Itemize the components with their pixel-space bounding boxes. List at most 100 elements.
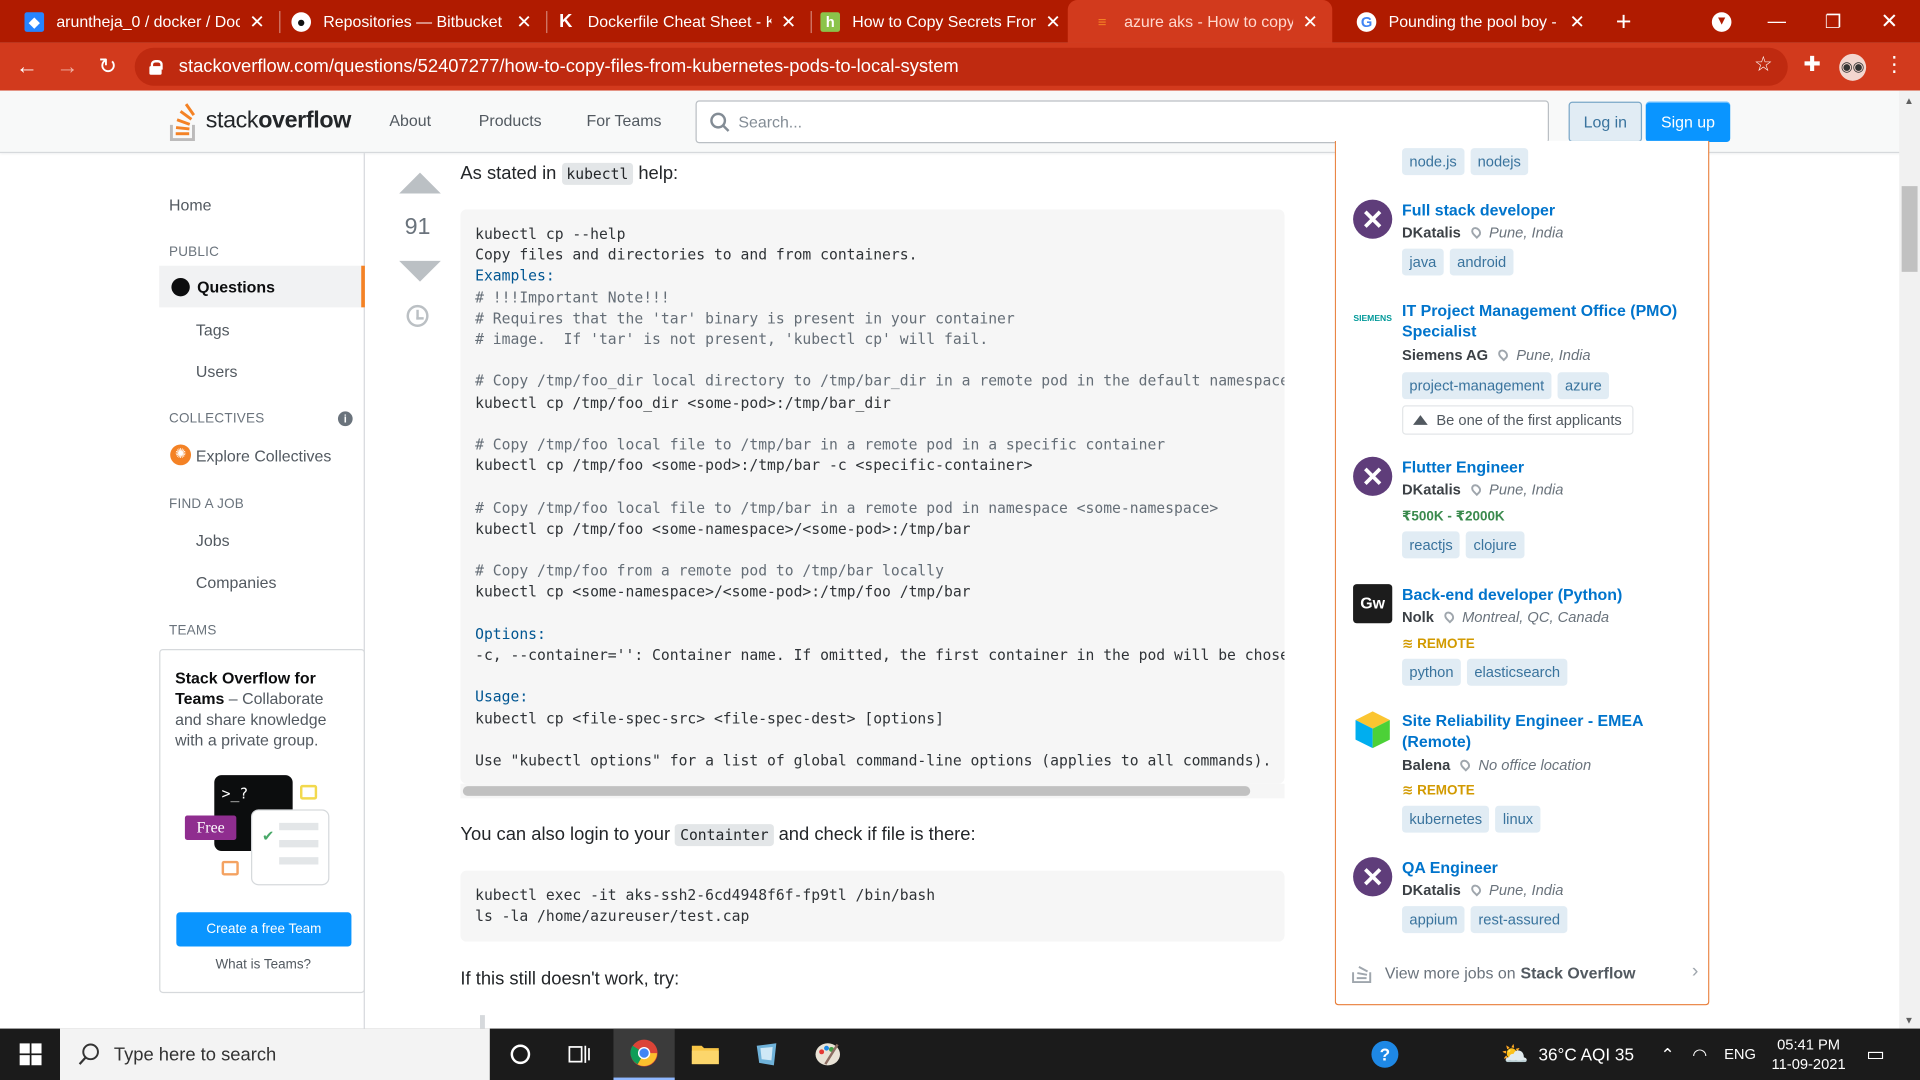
tab-repositories[interactable]: ● Repositories — Bitbucket ✕ (267, 0, 546, 43)
job-title[interactable]: Full stack developer (1402, 200, 1684, 221)
code-line: kubectl cp /tmp/foo_dir <some-pod>:/tmp/… (475, 393, 891, 411)
tab-google-search[interactable]: G Pounding the pool boy - Go ✕ (1332, 0, 1599, 43)
balena-logo (1353, 710, 1392, 749)
language-indicator[interactable]: ENG (1724, 1029, 1756, 1080)
sidebar-item-questions[interactable]: Questions (159, 265, 365, 308)
code-line: kubectl exec -it aks-ssh2-6cd4948f6f-fp9… (475, 886, 936, 904)
app-icon[interactable] (736, 1029, 797, 1080)
sidebar-item-explore-collectives[interactable]: Explore Collectives (196, 447, 331, 465)
tag[interactable]: project-management (1402, 372, 1552, 400)
tag[interactable]: nodejs (1470, 148, 1529, 176)
view-more-jobs-link[interactable]: View more jobs on Stack Overflow › (1351, 960, 1699, 984)
close-icon[interactable]: ✕ (247, 10, 267, 33)
google-icon: G (1356, 11, 1377, 32)
bitbucket-icon: ◆ (24, 11, 45, 32)
job-title[interactable]: Back-end developer (Python) (1402, 584, 1684, 605)
reload-button[interactable]: ↻ (93, 53, 122, 80)
scrollbar-thumb[interactable] (462, 786, 1251, 796)
tag[interactable]: node.js (1402, 148, 1465, 176)
chat-bubble-icon (300, 784, 318, 800)
tab-search-button[interactable]: ▼ (1693, 0, 1749, 43)
sidebar-item-users[interactable]: Users (196, 362, 238, 380)
tag[interactable]: appium (1402, 906, 1465, 934)
code-line: # Requires that the 'tar' binary is pres… (475, 309, 1015, 327)
search-input[interactable]: Search... (695, 100, 1549, 144)
file-explorer-icon[interactable] (675, 1029, 736, 1080)
weather-text: 36°C AQI 35 (1538, 1044, 1634, 1065)
sidebar-item-home[interactable]: Home (169, 196, 211, 214)
tab-bitbucket[interactable]: ◆ aruntheja_0 / docker / Dock ✕ (0, 0, 279, 43)
chevron-up-icon[interactable]: ⌃ (1660, 1029, 1674, 1080)
maximize-button[interactable]: ❐ (1805, 0, 1861, 43)
close-icon[interactable]: ✕ (1567, 10, 1587, 33)
tab-azure-aks[interactable]: ≡ azure aks - How to copy file ✕ (1067, 0, 1333, 43)
new-tab-button[interactable]: + (1596, 0, 1652, 43)
notifications-icon[interactable]: ▭ (1866, 1029, 1885, 1080)
tab-dockerfile-cheatsheet[interactable]: K Dockerfile Cheat Sheet - Ka ✕ (531, 0, 810, 43)
tag[interactable]: azure (1557, 372, 1610, 400)
tag[interactable]: java (1402, 248, 1444, 276)
taskbar-search-input[interactable]: Type here to search (60, 1028, 490, 1080)
tag[interactable]: clojure (1466, 531, 1525, 559)
cortana-icon[interactable] (490, 1029, 551, 1080)
close-icon[interactable]: ✕ (1043, 10, 1063, 33)
code-horizontal-scrollbar[interactable] (460, 783, 1285, 799)
windows-start-icon[interactable] (0, 1029, 61, 1080)
close-window-button[interactable]: ✕ (1861, 0, 1917, 43)
back-button[interactable]: ← (12, 53, 41, 80)
tag[interactable]: reactjs (1402, 531, 1461, 559)
jobs-panel: node.js nodejs Full stack developer DKat… (1334, 140, 1710, 1006)
so-logo-icon (1352, 966, 1372, 984)
sidebar-item-tags[interactable]: Tags (196, 321, 230, 339)
job-title[interactable]: IT Project Management Office (PMO) Speci… (1402, 300, 1684, 342)
forward-button[interactable]: → (53, 53, 82, 80)
tag[interactable]: elasticsearch (1466, 658, 1568, 686)
tag[interactable]: rest-assured (1471, 906, 1568, 934)
weather-widget[interactable]: ⛅ 36°C AQI 35 (1501, 1029, 1634, 1080)
close-icon[interactable]: ✕ (1300, 10, 1320, 33)
upvote-button[interactable] (399, 172, 441, 194)
page-scrollbar[interactable]: ▲ ▼ (1899, 90, 1920, 1029)
info-icon[interactable]: i (337, 411, 353, 427)
answer-intro: As stated in kubectl help: (460, 162, 679, 185)
minimize-button[interactable]: — (1749, 0, 1805, 43)
sidebar-item-companies[interactable]: Companies (196, 573, 277, 591)
url-bar[interactable]: stackoverflow.com/questions/52407277/how… (134, 47, 1788, 86)
paint-icon[interactable] (797, 1029, 858, 1080)
code-line: # Copy /tmp/foo local file to /tmp/bar i… (475, 435, 1166, 454)
signup-button[interactable]: Sign up (1645, 101, 1731, 143)
chrome-taskbar-icon[interactable] (613, 1028, 675, 1080)
search-icon (78, 1043, 99, 1065)
help-icon[interactable]: ? (1354, 1029, 1415, 1080)
clock[interactable]: 05:41 PM 11-09-2021 (1771, 1029, 1847, 1080)
code-line: # Copy /tmp/foo from a remote pod to /tm… (475, 562, 944, 580)
login-button[interactable]: Log in (1568, 101, 1643, 143)
network-icon[interactable]: ◠ (1692, 1029, 1707, 1080)
tag[interactable]: kubernetes (1402, 805, 1490, 833)
nav-products[interactable]: Products (479, 111, 542, 129)
code-block: kubectl exec -it aks-ssh2-6cd4948f6f-fp9… (460, 870, 1285, 942)
menu-kebab-icon[interactable]: ⋮ (1880, 53, 1909, 77)
job-title[interactable]: Site Reliability Engineer - EMEA (Remote… (1402, 710, 1684, 752)
job-title[interactable]: QA Engineer (1402, 857, 1684, 878)
job-title[interactable]: Flutter Engineer (1402, 457, 1684, 478)
history-icon[interactable] (406, 304, 429, 327)
so-logo[interactable]: stackoverflow (169, 100, 351, 142)
create-team-button[interactable]: Create a free Team (176, 912, 352, 947)
extensions-icon[interactable]: ✚ (1798, 53, 1827, 77)
profile-avatar[interactable]: ◉◉ (1838, 53, 1867, 81)
tag[interactable]: android (1449, 248, 1514, 276)
scrollbar-thumb[interactable] (1901, 186, 1918, 272)
nav-about[interactable]: About (389, 111, 431, 129)
tag[interactable]: python (1402, 658, 1461, 686)
tag[interactable]: linux (1495, 805, 1541, 833)
sidebar-item-jobs[interactable]: Jobs (196, 531, 230, 549)
bookmark-star-icon[interactable]: ☆ (1749, 53, 1778, 77)
chevron-right-icon: › (1691, 961, 1699, 983)
downvote-button[interactable] (399, 260, 441, 282)
what-is-teams-link[interactable]: What is Teams? (160, 958, 366, 973)
task-view-icon[interactable] (550, 1029, 611, 1080)
nav-for-teams[interactable]: For Teams (587, 111, 662, 129)
browser-window: ◆ aruntheja_0 / docker / Dock ✕ ● Reposi… (0, 0, 1920, 1080)
tab-copy-secrets[interactable]: h How to Copy Secrets From ✕ (796, 0, 1075, 43)
